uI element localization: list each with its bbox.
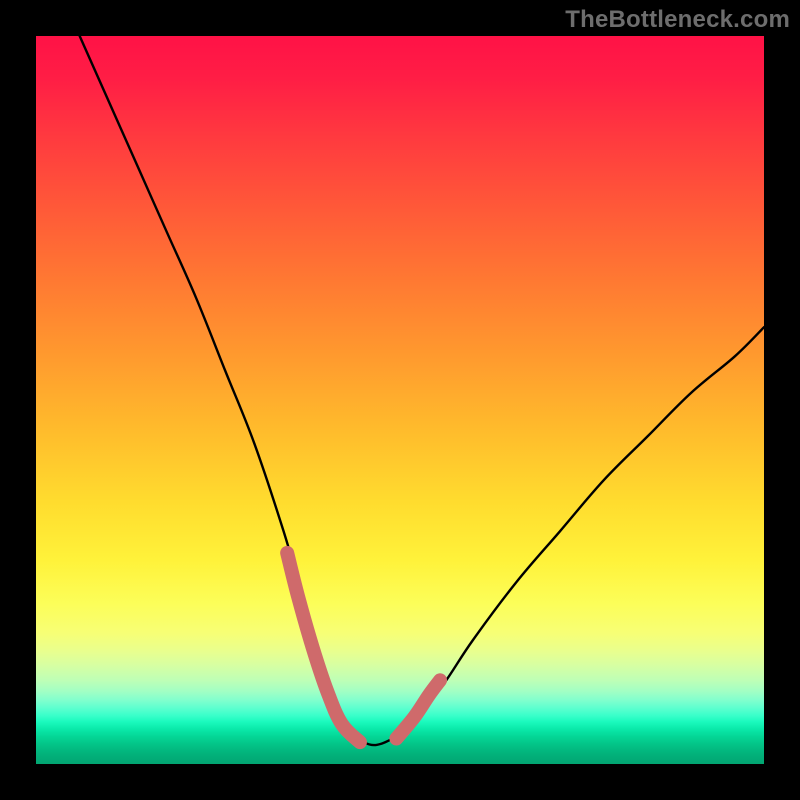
watermark-text: TheBottleneck.com: [565, 6, 790, 34]
chart-frame: TheBottleneck.com: [0, 0, 800, 800]
highlight-segments: [287, 553, 440, 742]
bottleneck-curve: [80, 36, 764, 745]
highlight-segment: [396, 680, 440, 738]
curve-layer: [36, 36, 764, 764]
highlight-segment: [287, 553, 360, 742]
plot-area: [36, 36, 764, 764]
